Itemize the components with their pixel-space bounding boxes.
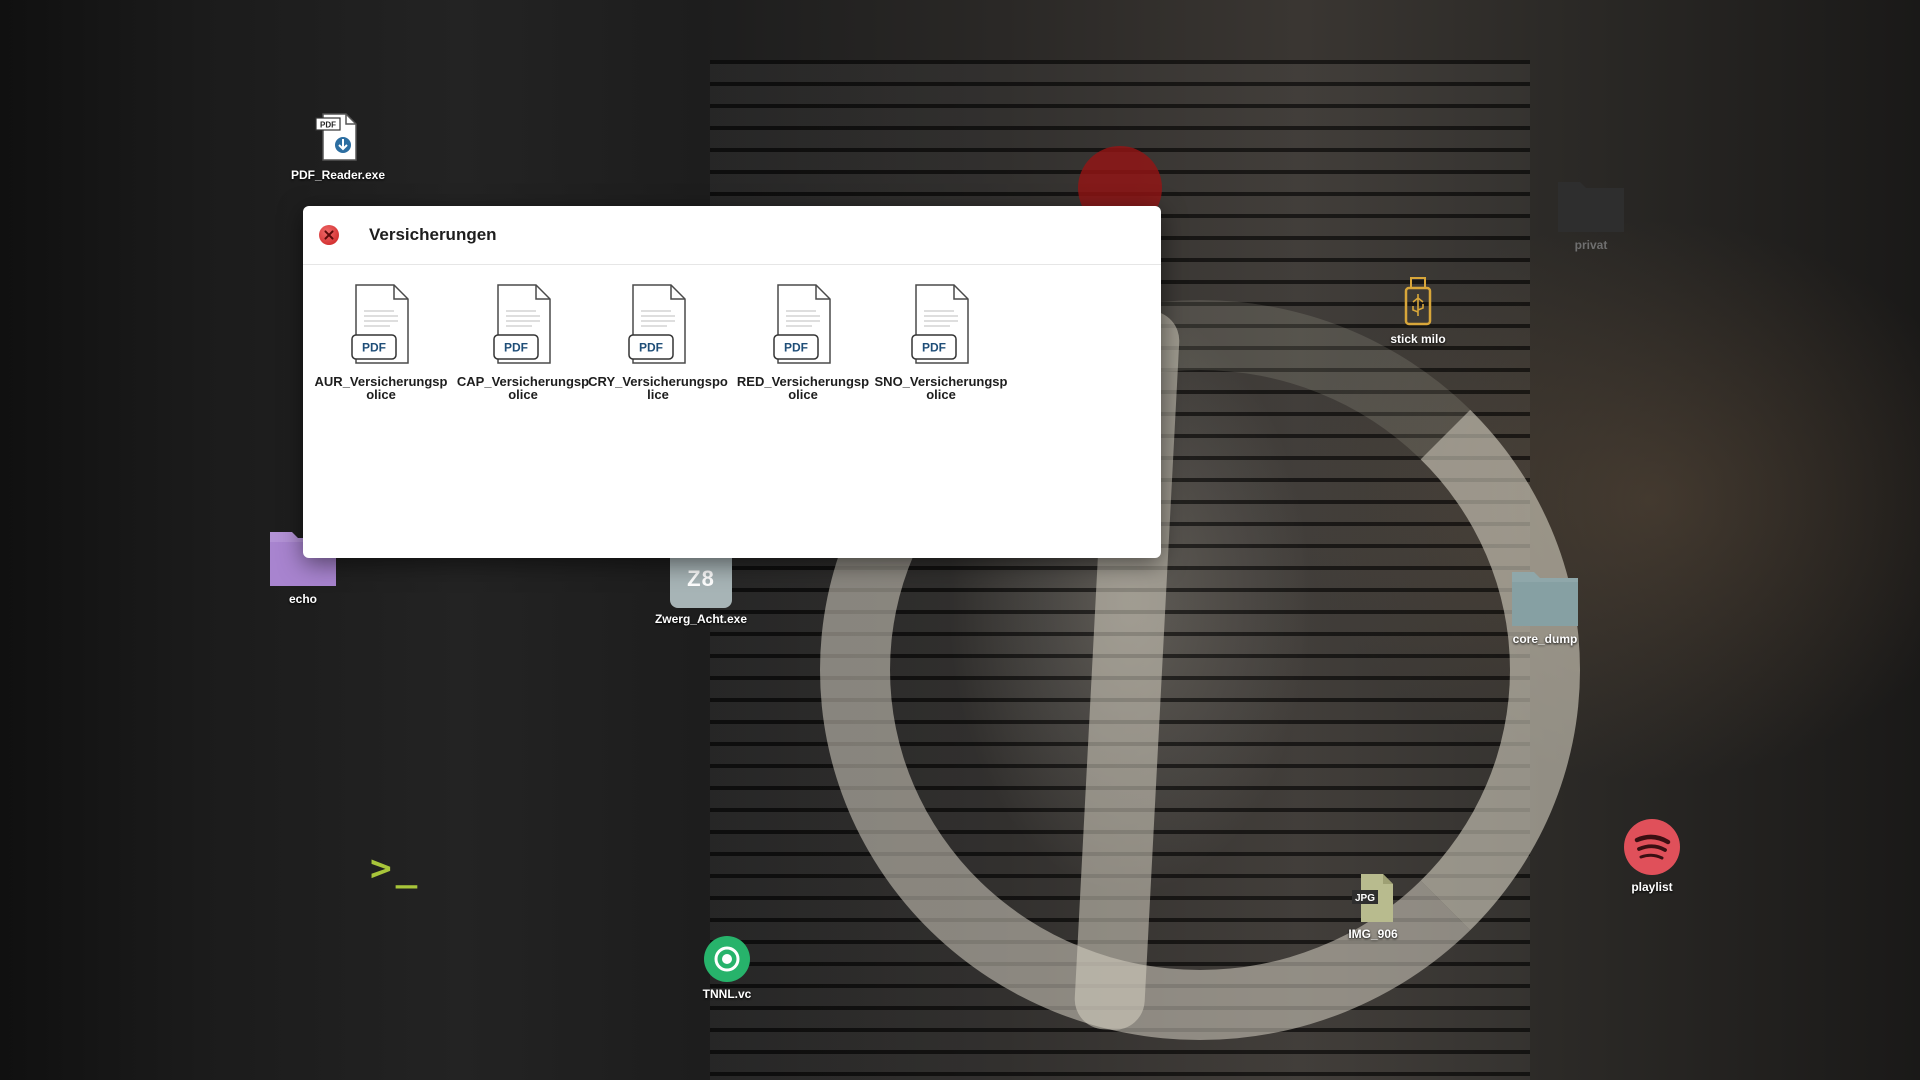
- file-name: SNO_Versicherungspolice: [874, 374, 1008, 402]
- pdf-file-icon: PDF: [493, 284, 551, 364]
- file-name: CRY_Versicherungspolice: [588, 374, 728, 402]
- file-item[interactable]: PDF SNO_Versicherungspolice: [871, 283, 1011, 401]
- file-item[interactable]: PDF CRY_Versicherungspolice: [588, 283, 728, 401]
- image-file-icon: JPG: [1352, 874, 1393, 922]
- desktop-icon-label: IMG_906: [1348, 927, 1398, 941]
- desktop-icon-img-906[interactable]: JPG IMG_906: [1308, 873, 1438, 941]
- pdf-badge: PDF: [639, 341, 663, 355]
- window-title: Versicherungen: [369, 225, 497, 244]
- terminal-prompt-glyph: >_: [370, 848, 422, 889]
- pdf-badge: PDF: [922, 341, 946, 355]
- desktop-icon-privat[interactable]: privat: [1526, 176, 1656, 252]
- close-button[interactable]: [319, 225, 339, 245]
- file-item[interactable]: PDF CAP_Versicherungspolice: [453, 283, 593, 401]
- desktop-icon-zwerg-acht[interactable]: Z8 Zwerg_Acht.exe: [636, 550, 766, 626]
- desktop-icon-pdf-reader[interactable]: PDF PDF_Reader.exe: [273, 110, 403, 182]
- desktop-icon-label: echo: [288, 592, 317, 606]
- music-app-icon: [1624, 819, 1680, 875]
- file-window[interactable]: Versicherungen PDF AUR_Versicherungspolic…: [303, 206, 1161, 558]
- file-name: CAP_Versicherungspolice: [456, 374, 590, 402]
- desktop[interactable]: PDF PDF_Reader.exe privat stick milo ech…: [0, 0, 1920, 1080]
- desktop-icon-label: stick milo: [1390, 332, 1446, 346]
- desktop-icon-core-dump[interactable]: core_dump: [1480, 570, 1610, 646]
- file-item[interactable]: PDF AUR_Versicherungspolice: [311, 283, 451, 401]
- desktop-icon-label: TNNL.vc: [702, 987, 752, 1001]
- pdf-file-icon: PDF: [351, 284, 409, 364]
- desktop-icon-playlist[interactable]: playlist: [1587, 818, 1717, 894]
- pdf-badge: PDF: [784, 341, 808, 355]
- pdf-file-icon: PDF: [773, 284, 831, 364]
- pdf-reader-icon: PDF: [315, 113, 357, 161]
- file-name: RED_Versicherungspolice: [736, 374, 870, 402]
- file-area[interactable]: PDF AUR_Versicherungspolice PDF CAP_Versich…: [303, 265, 1161, 558]
- usb-stick-icon: [1404, 277, 1432, 326]
- file-name: AUR_Versicherungspolice: [314, 374, 448, 402]
- file-item[interactable]: PDF RED_Versicherungspolice: [733, 283, 873, 401]
- pdf-reader-badge: PDF: [320, 121, 336, 130]
- pdf-file-icon: PDF: [911, 284, 969, 364]
- pdf-badge: PDF: [504, 341, 528, 355]
- pdf-badge: PDF: [362, 341, 386, 355]
- zwerg-acht-glyph: Z8: [687, 566, 715, 591]
- desktop-icon-label: privat: [1574, 238, 1608, 252]
- pdf-file-icon: PDF: [628, 284, 686, 364]
- desktop-icon-tnnl[interactable]: TNNL.vc: [662, 935, 792, 1001]
- terminal-icon[interactable]: >_: [370, 848, 421, 889]
- desktop-icon-label: PDF_Reader.exe: [290, 168, 386, 182]
- desktop-icon-label: Zwerg_Acht.exe: [654, 612, 748, 626]
- folder-icon: [1558, 182, 1624, 232]
- folder-icon: [1512, 572, 1578, 626]
- vpn-app-icon: [704, 936, 750, 982]
- zwerg-acht-icon: Z8: [670, 550, 732, 608]
- window-titlebar[interactable]: Versicherungen: [303, 206, 1161, 265]
- desktop-icon-stick-milo[interactable]: stick milo: [1353, 276, 1483, 346]
- jpg-badge: JPG: [1355, 893, 1375, 904]
- desktop-icon-label: core_dump: [1512, 632, 1578, 646]
- desktop-icon-label: playlist: [1631, 880, 1673, 894]
